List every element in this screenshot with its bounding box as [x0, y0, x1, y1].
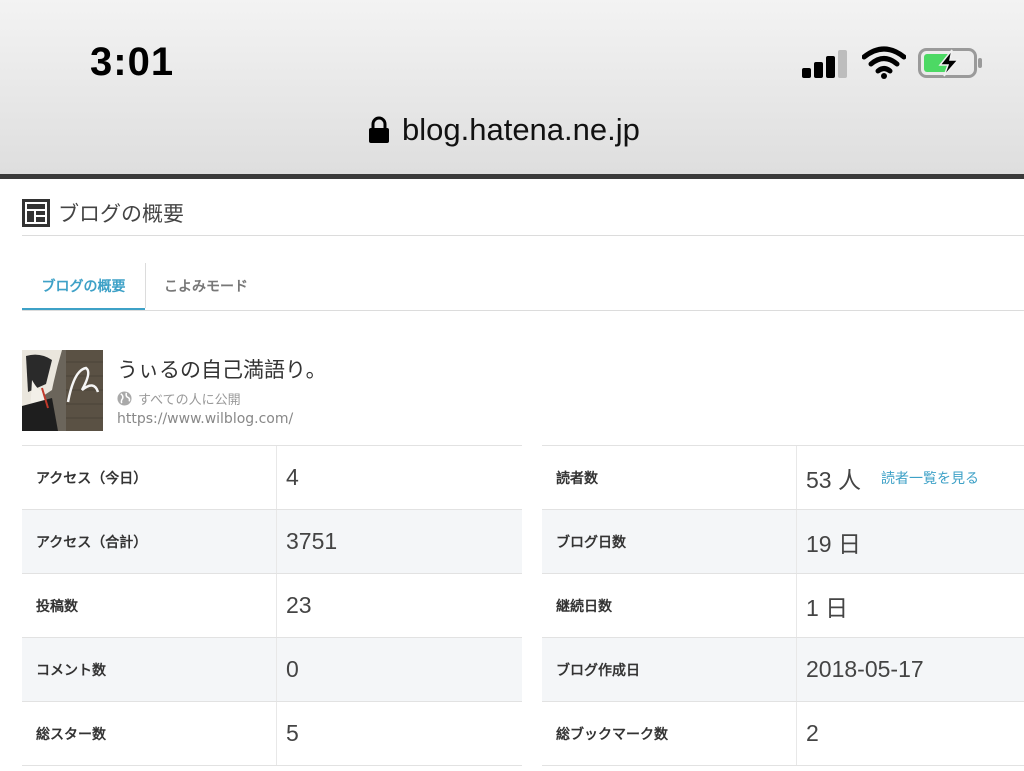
tab-calendar-mode[interactable]: こよみモード [146, 263, 266, 308]
blog-avatar[interactable] [22, 350, 103, 431]
stat-row-stars: 総スター数 5 [22, 701, 522, 766]
stat-row-bookmarks: 総ブックマーク数 2 [542, 701, 1024, 766]
stat-label: コメント数 [36, 662, 106, 679]
cell-divider [796, 510, 797, 573]
section-header: ブログの概要 [22, 195, 184, 231]
cell-divider [796, 638, 797, 701]
cell-divider [796, 702, 797, 765]
cell-divider [276, 702, 277, 765]
cell-divider [276, 638, 277, 701]
stat-row-posts: 投稿数 23 [22, 573, 522, 637]
stat-value: 53 人 [806, 466, 861, 493]
stats-table-left: アクセス（今日） 4 アクセス（合計） 3751 投稿数 23 コメント数 0 … [22, 445, 522, 766]
stat-value: 3751 [286, 528, 338, 554]
header-divider [22, 235, 1024, 236]
cell-divider [276, 510, 277, 573]
stat-label: 読者数 [556, 470, 598, 487]
battery-charging-icon [918, 48, 982, 78]
stat-label: 総ブックマーク数 [556, 726, 668, 743]
stats-table-right: 読者数 53 人 読者一覧を見る ブログ日数 19 日 継続日数 1 日 ブログ… [542, 445, 1024, 766]
stat-row-access-total: アクセス（合計） 3751 [22, 509, 522, 573]
dashboard-icon [22, 199, 50, 227]
stat-value: 2 [806, 720, 819, 746]
globe-icon [117, 391, 132, 406]
section-title: ブログの概要 [58, 202, 184, 226]
cell-divider [276, 446, 277, 509]
tab-blog-overview[interactable]: ブログの概要 [22, 263, 146, 308]
cell-divider [276, 574, 277, 637]
stat-value-wrap: 53 人 読者一覧を見る [806, 446, 979, 509]
blog-url[interactable]: https://www.wilblog.com/ [117, 411, 293, 427]
stat-value: 4 [286, 464, 299, 490]
stat-row-streak-days: 継続日数 1 日 [542, 573, 1024, 637]
stat-label: 投稿数 [36, 598, 78, 615]
stat-row-blog-days: ブログ日数 19 日 [542, 509, 1024, 573]
blog-name[interactable]: うぃるの自己満語り。 [117, 354, 327, 384]
visibility-label: すべての人に公開 [138, 393, 241, 408]
stat-label: ブログ作成日 [556, 662, 640, 679]
stat-value: 2018-05-17 [806, 656, 924, 682]
wifi-icon [862, 46, 906, 79]
tab-bar: ブログの概要 こよみモード [22, 263, 1024, 311]
tabs-divider [22, 310, 1024, 311]
stat-row-readers: 読者数 53 人 読者一覧を見る [542, 445, 1024, 509]
stat-value: 5 [286, 720, 299, 746]
chrome-divider [0, 174, 1024, 179]
stat-value: 19 日 [806, 530, 861, 557]
stat-label: アクセス（今日） [36, 470, 148, 487]
stat-row-created-date: ブログ作成日 2018-05-17 [542, 637, 1024, 701]
cell-divider [796, 446, 797, 509]
visibility-status: すべての人に公開 [117, 389, 241, 408]
stat-row-access-today: アクセス（今日） 4 [22, 445, 522, 509]
browser-chrome: 3:01 blog.hatena.ne.jp [0, 0, 1024, 174]
stat-label: ブログ日数 [556, 534, 626, 551]
lock-icon [369, 116, 389, 143]
stat-row-comments: コメント数 0 [22, 637, 522, 701]
url-text: blog.hatena.ne.jp [402, 112, 640, 147]
status-time: 3:01 [90, 40, 175, 84]
stat-value: 0 [286, 656, 299, 682]
stat-label: 総スター数 [36, 726, 106, 743]
address-bar[interactable]: blog.hatena.ne.jp [368, 108, 640, 152]
stat-label: アクセス（合計） [36, 534, 148, 551]
stat-value: 1 日 [806, 594, 849, 621]
cell-divider [796, 574, 797, 637]
stat-value: 23 [286, 592, 312, 618]
view-readers-link[interactable]: 読者一覧を見る [881, 468, 979, 488]
signal-icon [802, 48, 850, 78]
stat-label: 継続日数 [556, 598, 612, 615]
